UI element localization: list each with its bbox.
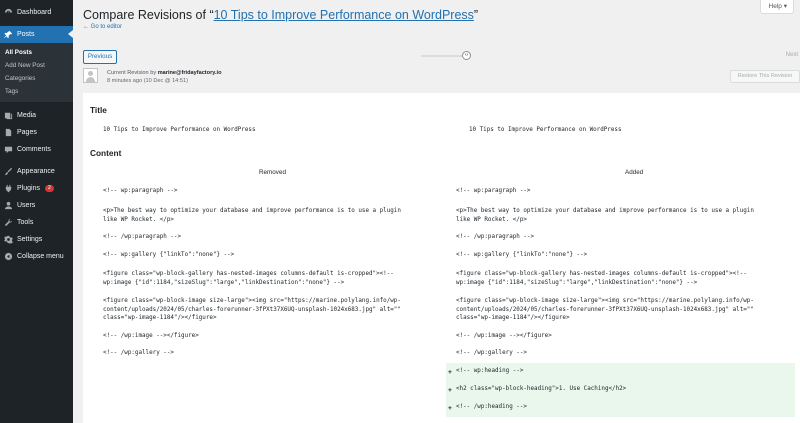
avatar [83,68,98,83]
dashboard-icon [4,8,13,17]
diff-left-line: <p>The best way to optimize your databas… [103,208,401,223]
added-marker: + [448,404,452,412]
posts-submenu: All Posts Add New Post Categories Tags [0,43,73,102]
main-content: Help ▾ Compare Revisions of “10 Tips to … [73,0,800,423]
wrench-icon [4,218,13,227]
diff-added-line: <h2 class="wp-block-heading">1. Use Cach… [456,386,627,392]
sidebar-item-label: Users [17,202,36,209]
added-column-header: Added [625,169,644,176]
revision-label: Current Revision by [107,70,157,76]
diff-right-line: <!-- wp:gallery {"linkTo":"none"} --> [456,252,588,258]
restore-revision-button[interactable]: Restore This Revision [730,70,800,83]
sidebar-item-appearance[interactable]: Appearance [0,163,73,180]
sidebar-item-posts[interactable]: Posts [0,26,73,43]
diff-added-row: + <!-- /wp:heading --> [446,399,795,417]
sidebar-item-label: Media [17,112,37,119]
diff-added-row: + <h2 class="wp-block-heading">1. Use Ca… [446,381,795,399]
diff-right-line: <figure class="wp-block-gallery has-nest… [456,271,747,286]
previous-button[interactable]: Previous [83,50,117,64]
post-title-link[interactable]: 10 Tips to Improve Performance on WordPr… [214,8,474,22]
diff-right-line: <!-- /wp:paragraph --> [456,234,535,240]
title-section-heading: Title [90,105,107,115]
sidebar-item-label: Appearance [17,168,55,175]
media-icon [4,111,13,120]
pages-icon [4,128,13,137]
title-left-value: 10 Tips to Improve Performance on WordPr… [103,127,256,133]
sidebar-item-dashboard[interactable]: Dashboard [0,4,73,21]
revision-slider-handle[interactable]: ‹› [462,51,471,60]
sidebar-item-media[interactable]: Media [0,107,73,124]
help-tab[interactable]: Help ▾ [759,0,794,14]
added-marker: + [448,386,452,394]
submenu-all-posts[interactable]: All Posts [0,46,73,59]
sidebar-item-label: Dashboard [17,9,52,16]
sidebar-item-label: Comments [17,146,51,153]
sidebar-item-label: Posts [17,31,35,38]
settings-icon [4,235,13,244]
sidebar-item-label: Tools [17,219,34,226]
chevron-down-icon: ▾ [783,3,787,10]
plugins-update-badge: 2 [44,185,54,192]
sidebar-item-tools[interactable]: Tools [0,214,73,231]
revision-time: 8 minutes ago (10 Dec @ 14:51) [107,78,188,84]
content-section-heading: Content [90,148,122,158]
diff-right-line: <!-- /wp:gallery --> [456,350,527,356]
next-button[interactable]: Next [786,52,798,58]
plugin-icon [4,184,13,193]
sidebar-item-settings[interactable]: Settings [0,231,73,248]
sidebar-item-label: Collapse menu [17,253,64,260]
page-title: Compare Revisions of “10 Tips to Improve… [83,8,478,22]
admin-sidebar: Dashboard Posts All Posts Add New Post C… [0,0,73,423]
diff-added-line: <!-- wp:heading --> [456,368,524,374]
sidebar-item-label: Plugins [17,185,40,192]
diff-right-line: <!-- /wp:image --></figure> [456,333,552,339]
sidebar-item-label: Pages [17,129,37,136]
diff-left-line: <!-- wp:paragraph --> [103,188,178,194]
users-icon [4,201,13,210]
sidebar-item-comments[interactable]: Comments [0,141,73,158]
diff-left-line: <!-- /wp:paragraph --> [103,234,182,240]
sidebar-item-users[interactable]: Users [0,197,73,214]
sidebar-item-pages[interactable]: Pages [0,124,73,141]
diff-left-line: <!-- wp:gallery {"linkTo":"none"} --> [103,252,235,258]
diff-left-line: <!-- /wp:gallery --> [103,350,174,356]
help-label: Help [768,3,782,10]
pin-icon [4,30,13,39]
diff-added-line: <!-- /wp:heading --> [456,404,527,410]
comments-icon [4,145,13,154]
submenu-tags[interactable]: Tags [0,85,73,98]
go-to-editor-link[interactable]: ← Go to editor [83,24,122,30]
submenu-categories[interactable]: Categories [0,72,73,85]
removed-column-header: Removed [259,169,286,176]
revision-author-line: Current Revision by marine@fridayfactory… [107,70,221,76]
diff-left-line: <figure class="wp-block-gallery has-nest… [103,271,394,286]
brush-icon [4,167,13,176]
diff-added-row: + <!-- wp:heading --> [446,363,795,381]
sidebar-item-label: Settings [17,236,43,243]
added-marker: + [448,368,452,376]
diff-left-line: <figure class="wp-block-image size-large… [103,298,401,321]
page-title-prefix: Compare Revisions of “ [83,8,214,22]
diff-panel: Title 10 Tips to Improve Performance on … [83,93,800,423]
page-title-suffix: ” [473,8,479,22]
collapse-icon [4,252,13,261]
diff-right-line: <p>The best way to optimize your databas… [456,208,754,223]
collapse-menu-button[interactable]: Collapse menu [0,248,73,265]
submenu-add-new-post[interactable]: Add New Post [0,59,73,72]
revision-slider-track[interactable] [421,55,468,57]
diff-right-line: <figure class="wp-block-image size-large… [456,298,754,321]
diff-left-line: <!-- /wp:image --></figure> [103,333,199,339]
revision-author: marine@fridayfactory.io [157,70,222,76]
sidebar-item-plugins[interactable]: Plugins 2 [0,180,73,197]
diff-right-line: <!-- wp:paragraph --> [456,188,531,194]
title-right-value: 10 Tips to Improve Performance on WordPr… [469,127,622,133]
